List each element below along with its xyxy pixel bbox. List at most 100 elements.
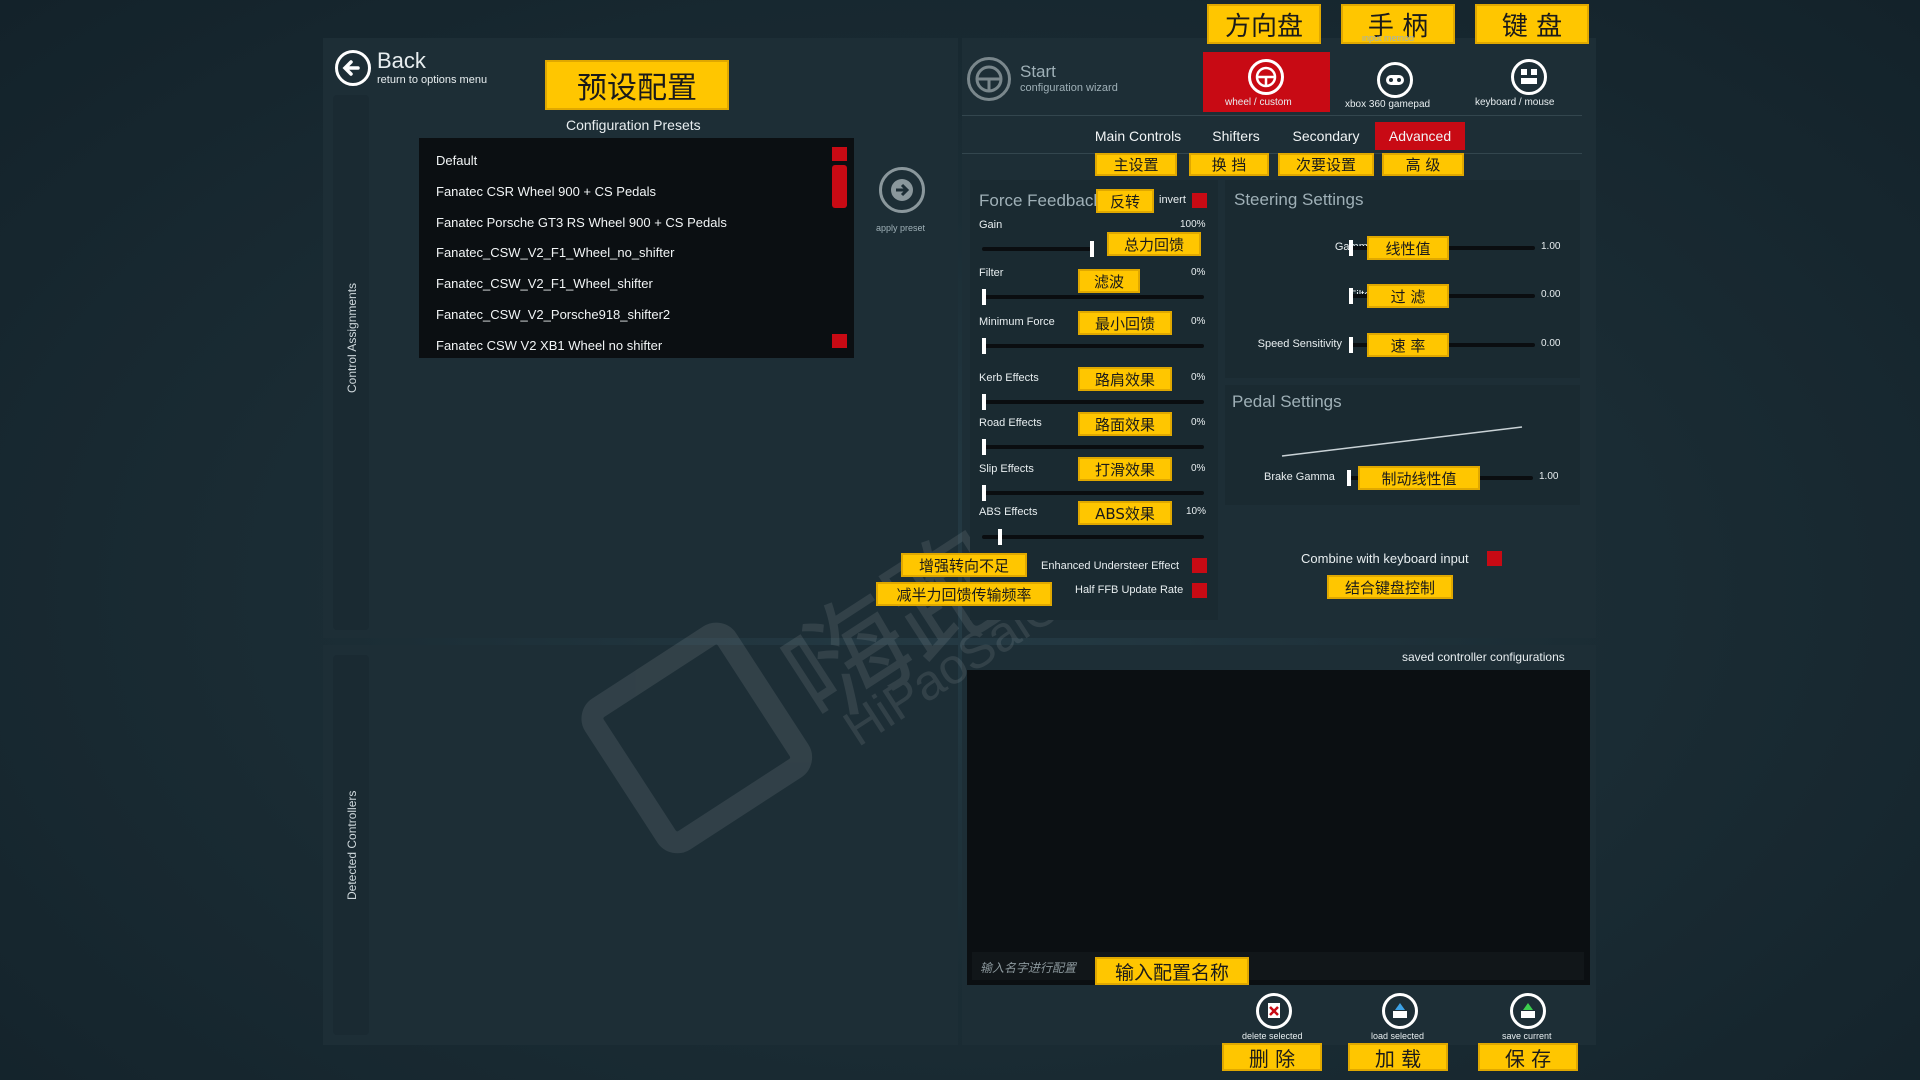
- config-name-input[interactable]: 输入名字进行配置: [972, 952, 1584, 980]
- tab-advanced[interactable]: Advanced: [1375, 122, 1465, 150]
- brake-gamma-label: Brake Gamma: [1264, 471, 1335, 483]
- ffb-slider-cn: 最小回馈: [1078, 311, 1172, 335]
- tab-shifters-cn: 换 挡: [1189, 153, 1269, 176]
- detected-controllers-label: Detected Controllers: [345, 790, 359, 900]
- input-tab-keyboard-label: keyboard / mouse: [1475, 97, 1555, 108]
- input-tab-gamepad[interactable]: xbox 360 gamepad: [1335, 52, 1462, 112]
- load-cn: 加 载: [1348, 1043, 1448, 1071]
- preset-item[interactable]: Default: [436, 153, 477, 168]
- pedal-title: Pedal Settings: [1232, 392, 1342, 411]
- left-bottom-panel: [323, 645, 958, 1045]
- apply-preset-label: apply preset: [876, 223, 926, 233]
- back-button[interactable]: Back return to options menu: [333, 48, 513, 90]
- preset-item[interactable]: Fanatec Porsche GT3 RS Wheel 900 + CS Pe…: [436, 215, 727, 230]
- save-icon: [1510, 993, 1546, 1029]
- scroll-up-button[interactable]: [832, 147, 847, 161]
- steering-slider-value: 0.00: [1541, 338, 1561, 349]
- enhanced-understeer-cn: 增强转向不足: [901, 553, 1027, 577]
- tab-main-controls[interactable]: Main Controls: [1088, 122, 1188, 150]
- preset-item[interactable]: Fanatec CSW V2 XB1 Wheel no shifter: [436, 338, 662, 353]
- ffb-slider-value: 100%: [1180, 219, 1206, 230]
- combine-keyboard-label: Combine with keyboard input: [1301, 551, 1469, 566]
- ffb-slider-thumb[interactable]: [982, 439, 986, 455]
- input-method-keyboard-cn: 键 盘: [1475, 4, 1589, 44]
- preset-item[interactable]: Fanatec_CSW_V2_Porsche918_shifter2: [436, 307, 670, 322]
- saved-configs-list[interactable]: [967, 670, 1590, 985]
- tab-advanced-cn: 高 级: [1382, 153, 1464, 176]
- steering-slider-thumb[interactable]: [1349, 240, 1353, 256]
- delete-icon: [1256, 993, 1292, 1029]
- half-ffb-label: Half FFB Update Rate: [1075, 584, 1184, 596]
- delete-cn: 删 除: [1222, 1043, 1322, 1071]
- ffb-slider-track[interactable]: [982, 445, 1204, 449]
- start-wizard-button[interactable]: Start configuration wizard: [965, 55, 1145, 105]
- steering-slider-thumb[interactable]: [1349, 337, 1353, 353]
- start-label: Start: [1020, 62, 1056, 81]
- steering-slider-label: Speed Sensitivity: [1257, 338, 1342, 350]
- enhanced-understeer-checkbox[interactable]: [1192, 558, 1207, 573]
- ffb-slider-track[interactable]: [982, 247, 1092, 251]
- steering-wheel-icon: [1248, 59, 1284, 95]
- steering-slider-value: 0.00: [1541, 289, 1561, 300]
- ffb-slider-value: 0%: [1191, 316, 1206, 327]
- save-current-label: save current: [1502, 1031, 1552, 1041]
- brake-gamma-value: 1.00: [1539, 471, 1559, 482]
- invert-checkbox[interactable]: [1192, 193, 1207, 208]
- wizard-wheel-icon: [967, 57, 1011, 101]
- ffb-slider-label: Road Effects: [979, 417, 1042, 429]
- load-selected-button[interactable]: load selected: [1368, 990, 1434, 1041]
- ffb-slider-thumb[interactable]: [982, 338, 986, 354]
- enhanced-understeer-label: Enhanced Understeer Effect: [1041, 560, 1179, 572]
- ffb-slider-thumb[interactable]: [1090, 241, 1094, 257]
- preset-item[interactable]: Fanatec_CSW_V2_F1_Wheel_shifter: [436, 276, 653, 291]
- apply-preset-icon[interactable]: [879, 167, 925, 213]
- ffb-slider-cn: 总力回馈: [1107, 232, 1201, 256]
- ffb-slider-track[interactable]: [982, 400, 1204, 404]
- back-label: Back: [377, 48, 426, 73]
- config-name-cn: 输入配置名称: [1095, 957, 1249, 985]
- ffb-slider-label: Kerb Effects: [979, 372, 1039, 384]
- ffb-slider-value: 0%: [1191, 417, 1206, 428]
- input-method-label: input method: [1362, 36, 1415, 43]
- scrollbar-thumb[interactable]: [832, 165, 847, 208]
- header-divider: [962, 115, 1582, 116]
- ffb-slider-value: 0%: [1191, 463, 1206, 474]
- ffb-slider-thumb[interactable]: [982, 485, 986, 501]
- input-tab-gamepad-label: xbox 360 gamepad: [1345, 99, 1431, 110]
- ffb-slider-label: Gain: [979, 219, 1003, 231]
- ffb-slider-value: 0%: [1191, 372, 1206, 383]
- ffb-slider-cn: 路面效果: [1078, 412, 1172, 436]
- combine-keyboard-checkbox[interactable]: [1487, 551, 1502, 566]
- ffb-slider-value: 10%: [1186, 506, 1207, 517]
- ffb-slider-cn: 打滑效果: [1078, 457, 1172, 481]
- tab-secondary[interactable]: Secondary: [1284, 122, 1368, 150]
- half-ffb-checkbox[interactable]: [1192, 583, 1207, 598]
- steering-slider-thumb[interactable]: [1349, 288, 1353, 304]
- input-tab-keyboard[interactable]: keyboard / mouse: [1467, 52, 1594, 112]
- ffb-slider-track[interactable]: [982, 295, 1204, 299]
- ffb-slider-label: Slip Effects: [979, 463, 1034, 475]
- ffb-slider-track[interactable]: [982, 344, 1204, 348]
- save-current-button[interactable]: save current: [1496, 990, 1562, 1041]
- ffb-slider-thumb[interactable]: [982, 394, 986, 410]
- ffb-slider-label: Filter: [979, 267, 1004, 279]
- input-tab-wheel[interactable]: wheel / custom: [1203, 52, 1330, 112]
- steering-slider-cn: 过 滤: [1367, 284, 1449, 308]
- ffb-slider-track[interactable]: [982, 535, 1204, 539]
- ffb-slider-thumb[interactable]: [982, 289, 986, 305]
- delete-selected-label: delete selected: [1242, 1031, 1303, 1041]
- tabs-divider: [962, 153, 1582, 154]
- combine-keyboard-cn: 结合键盘控制: [1327, 575, 1453, 599]
- scroll-down-button[interactable]: [832, 334, 847, 348]
- steering-slider-cn: 速 率: [1367, 333, 1449, 357]
- ffb-slider-track[interactable]: [982, 491, 1204, 495]
- delete-selected-button[interactable]: delete selected: [1242, 990, 1308, 1041]
- brake-gamma-thumb[interactable]: [1347, 470, 1351, 486]
- brake-gamma-curve-line: [1281, 426, 1523, 457]
- ffb-slider-thumb[interactable]: [998, 529, 1002, 545]
- tab-shifters[interactable]: Shifters: [1198, 122, 1274, 150]
- ffb-slider-cn: 滤波: [1078, 269, 1140, 293]
- presets-cn-label: 预设配置: [545, 60, 729, 110]
- preset-item[interactable]: Fanatec CSR Wheel 900 + CS Pedals: [436, 184, 656, 199]
- preset-item[interactable]: Fanatec_CSW_V2_F1_Wheel_no_shifter: [436, 245, 674, 260]
